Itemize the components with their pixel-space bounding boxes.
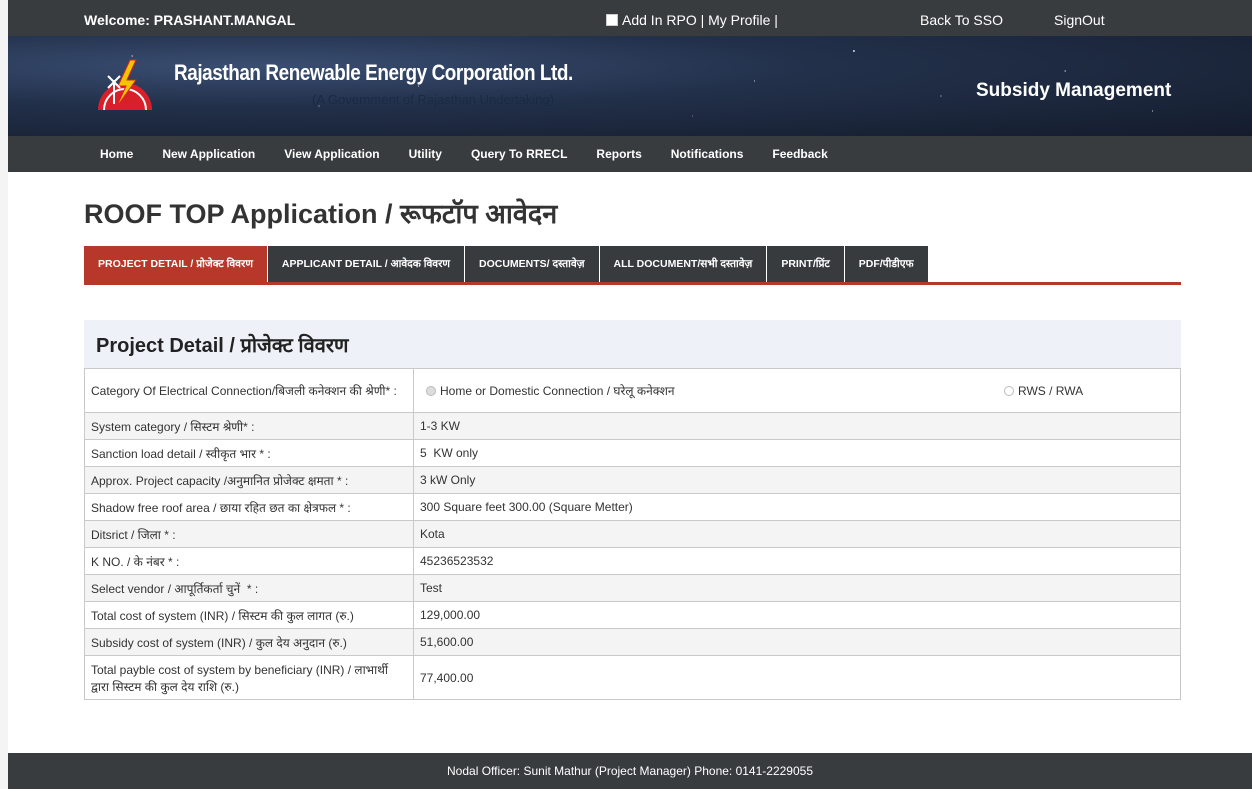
organization-name: Rajasthan Renewable Energy Corporation L… — [174, 60, 573, 85]
nav-home[interactable]: Home — [100, 147, 133, 161]
row-label: Total cost of system (INR) / सिस्टम की क… — [84, 601, 414, 629]
table-row: System category / सिस्टम श्रेणी* : 1-3 K… — [84, 412, 1181, 440]
row-label: Shadow free roof area / छाया रहित छत का … — [84, 493, 414, 521]
tab-project-detail[interactable]: PROJECT DETAIL / प्रोजेक्ट विवरण — [84, 246, 268, 282]
row-label: Approx. Project capacity /अनुमानित प्रोज… — [84, 466, 414, 494]
row-label: Sanction load detail / स्वीकृत भार * : — [84, 439, 414, 467]
row-value: 129,000.00 — [413, 601, 1181, 629]
signout-link[interactable]: SignOut — [1054, 12, 1105, 28]
nav-view-application[interactable]: View Application — [284, 147, 379, 161]
row-value: 77,400.00 — [413, 655, 1181, 700]
left-gutter — [0, 0, 8, 789]
rrecl-logo-icon — [98, 59, 152, 111]
tab-documents[interactable]: DOCUMENTS/ दस्तावेज़ — [465, 246, 600, 282]
tab-underline — [84, 282, 1181, 285]
nav-utility[interactable]: Utility — [409, 147, 442, 161]
add-rpo-my-profile-link[interactable]: Add In RPO | My Profile | — [622, 12, 778, 28]
row-value: 3 kW Only — [413, 466, 1181, 494]
table-row: Select vendor / आपूर्तिकर्ता चुनें * : T… — [84, 574, 1181, 602]
table-row: Category Of Electrical Connection/बिजली … — [84, 368, 1181, 413]
row-value: Test — [413, 574, 1181, 602]
rws-rwa-label: RWS / RWA — [1018, 383, 1084, 398]
main-container: Welcome: PRASHANT.MANGAL Add In RPO | My… — [8, 0, 1252, 789]
back-to-sso-link[interactable]: Back To SSO — [920, 12, 1003, 28]
domestic-connection-radio[interactable] — [426, 385, 436, 396]
row-label: Category Of Electrical Connection/बिजली … — [84, 368, 414, 413]
table-row: Shadow free roof area / छाया रहित छत का … — [84, 493, 1181, 521]
tab-pdf[interactable]: PDF/पीडीएफ — [844, 246, 929, 282]
table-row: K NO. / के नंबर * : 45236523532 — [84, 547, 1181, 575]
nav-notifications[interactable]: Notifications — [671, 147, 744, 161]
row-value: 51,600.00 — [413, 628, 1181, 656]
section-title: Project Detail / प्रोजेक्ट विवरण — [96, 335, 349, 357]
add-rpo-checkbox[interactable] — [606, 14, 618, 26]
tab-applicant-detail[interactable]: APPLICANT DETAIL / आवेदक विवरण — [267, 246, 466, 282]
welcome-text: Welcome: PRASHANT.MANGAL — [84, 12, 296, 28]
tab-print[interactable]: PRINT/प्रिंट — [767, 246, 845, 282]
category-options: Home or Domestic Connection / घरेलू कनेक… — [413, 368, 1181, 413]
table-row: Total payble cost of system by beneficia… — [84, 655, 1181, 700]
row-value: 45236523532 — [413, 547, 1181, 575]
row-value: 1-3 KW — [413, 412, 1181, 440]
row-label: Select vendor / आपूर्तिकर्ता चुनें * : — [84, 574, 414, 602]
nav-feedback[interactable]: Feedback — [772, 147, 827, 161]
table-row: Sanction load detail / स्वीकृत भार * : 5… — [84, 439, 1181, 467]
row-label: Total payble cost of system by beneficia… — [84, 655, 414, 700]
top-bar: Welcome: PRASHANT.MANGAL Add In RPO | My… — [8, 0, 1252, 36]
table-row: Subsidy cost of system (INR) / कुल देय अ… — [84, 628, 1181, 656]
row-label: K NO. / के नंबर * : — [84, 547, 414, 575]
main-nav: Home New Application View Application Ut… — [8, 136, 1252, 172]
top-links: Add In RPO | My Profile | — [606, 12, 778, 28]
page-title: ROOF TOP Application / रूफटॉप आवेदन — [84, 199, 558, 229]
table-row: Total cost of system (INR) / सिस्टम की क… — [84, 601, 1181, 629]
row-value: Kota — [413, 520, 1181, 548]
rws-rwa-radio[interactable] — [1004, 385, 1014, 396]
table-row: Ditsrict / जिला * : Kota — [84, 520, 1181, 548]
row-value: 300 Square feet 300.00 (Square Metter) — [413, 493, 1181, 521]
project-detail-table: Category Of Electrical Connection/बिजली … — [84, 368, 1181, 700]
table-row: Approx. Project capacity /अनुमानित प्रोज… — [84, 466, 1181, 494]
header-banner: Rajasthan Renewable Energy Corporation L… — [8, 36, 1252, 136]
organization-subtitle: (A Government of Rajasthan Undertaking) — [312, 92, 555, 107]
module-title: Subsidy Management — [976, 80, 1172, 101]
domestic-connection-label: Home or Domestic Connection / घरेलू कनेक… — [440, 384, 675, 398]
row-value: 5 KW only — [413, 439, 1181, 467]
nav-new-application[interactable]: New Application — [162, 147, 255, 161]
tab-all-document[interactable]: ALL DOCUMENT/सभी दस्तावेज़ — [599, 246, 768, 282]
nav-reports[interactable]: Reports — [596, 147, 641, 161]
row-label: System category / सिस्टम श्रेणी* : — [84, 412, 414, 440]
row-label: Subsidy cost of system (INR) / कुल देय अ… — [84, 628, 414, 656]
section-header: Project Detail / प्रोजेक्ट विवरण — [84, 320, 1181, 368]
row-label: Ditsrict / जिला * : — [84, 520, 414, 548]
footer: Nodal Officer: Sunit Mathur (Project Man… — [8, 753, 1252, 789]
nav-query-to-rrecl[interactable]: Query To RRECL — [471, 147, 567, 161]
application-tabs: PROJECT DETAIL / प्रोजेक्ट विवरण APPLICA… — [84, 246, 929, 282]
page: Welcome: PRASHANT.MANGAL Add In RPO | My… — [0, 0, 1252, 789]
